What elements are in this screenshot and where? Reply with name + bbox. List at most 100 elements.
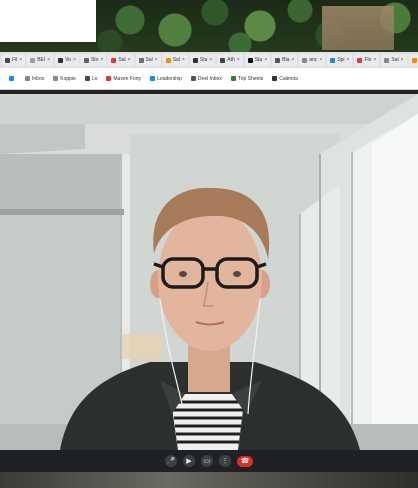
video-frame-illustration [0,94,418,450]
camera-button[interactable]: ▶ [183,455,195,467]
browser-tab[interactable]: Fil × [2,54,26,66]
tab-favicon-icon [357,57,363,63]
desktop-wood-panel [322,6,394,50]
end-call-button[interactable]: ☎ [237,455,253,467]
browser-tab[interactable]: Sal× [162,54,188,66]
tab-label: Flo [364,57,372,63]
camera-icon: ▶ [186,457,192,465]
tab-label: anc [309,57,318,63]
tab-label: Spi [337,57,345,63]
browser-tab[interactable]: Sal× [381,54,407,66]
tab-label: Sto [90,57,99,63]
tab-label: Sal [391,57,399,63]
close-tab-icon[interactable]: × [73,57,76,63]
bookmark-favicon-icon [53,76,59,81]
bookmark-label: Maven Forty [113,75,142,82]
bookmark-favicon-icon [25,76,30,81]
bookmark-item[interactable]: Koppie [53,76,76,82]
bookmark-favicon-icon [230,76,236,81]
browser-tab[interactable]: Flo × [354,54,380,66]
bookmark-item[interactable]: Trip Sheets [230,75,264,82]
tab-favicon-icon [138,57,144,63]
tab-favicon-icon [302,57,308,63]
browser-tab[interactable]: Sal× [135,54,161,66]
close-tab-icon[interactable]: × [182,57,185,63]
tab-favicon-icon [411,57,417,63]
background-strip [0,472,418,488]
bookmark-favicon-icon [106,76,112,81]
browser-tab[interactable]: Sta × [189,54,216,66]
close-tab-icon[interactable]: × [401,57,404,63]
tab-favicon-icon [384,57,390,63]
bookmark-item[interactable]: Deel Inbox [190,75,222,82]
close-tab-icon[interactable]: × [209,57,212,63]
tab-label: Sta [199,57,208,63]
tab-favicon-icon [330,57,336,63]
close-tab-icon[interactable]: × [291,57,294,63]
tab-favicon-icon [247,57,253,63]
tab-favicon-icon [5,57,10,63]
tab-favicon-icon [220,57,226,63]
close-tab-icon[interactable]: × [19,57,22,63]
video-feed [0,94,418,450]
close-tab-icon[interactable]: × [47,57,50,63]
more-vertical-icon: ⋮ [221,457,229,465]
bookmark-label: Deel Inbox [197,75,222,82]
tab-label: Fil [12,57,18,63]
bookmark-label: Lo [91,75,98,82]
bookmark-label: Inbox [32,75,45,82]
tab-favicon-icon [275,57,281,63]
tab-favicon-icon [111,57,117,63]
close-tab-icon[interactable]: × [264,57,267,63]
tab-label: Ath [227,57,235,63]
present-screen-icon: ▭ [203,457,211,465]
close-tab-icon[interactable]: × [319,57,322,63]
tab-favicon-icon [83,57,89,63]
present-button[interactable]: ▭ [201,455,213,467]
tab-favicon-icon [30,57,36,63]
bookmark-label: Calenda [279,75,298,82]
bookmark-item[interactable]: Leadership [150,76,182,82]
tab-label: Sal [172,57,180,63]
browser-tab[interactable]: Spi × [327,54,353,66]
bookmark-label: Leadership [157,75,182,82]
more-options-button[interactable]: ⋮ [219,455,231,467]
tab-label: BEI [37,57,46,63]
close-tab-icon[interactable]: × [100,57,103,63]
close-tab-icon[interactable]: × [155,57,158,63]
close-tab-icon[interactable]: × [237,57,240,63]
tab-label: Vo [65,57,72,63]
bookmarks-bar: Inbox Koppie Lo Maven Forty Leadership Deel I… [0,68,418,90]
bookmark-favicon-icon [272,76,278,81]
browser-tab[interactable]: BEI × [27,54,54,66]
browser-tab[interactable]: Sal× [408,54,418,66]
tab-favicon-icon [58,57,64,63]
bookmark-item[interactable]: Maven Forty [106,76,141,82]
bookmark-item[interactable] [9,76,16,81]
hang-up-icon: ☎ [240,457,250,465]
browser-tab[interactable]: Bla × [272,54,298,66]
close-tab-icon[interactable]: × [128,57,131,63]
browser-tab[interactable]: Vo × [55,54,79,66]
bookmark-item[interactable]: Inbox [25,76,44,82]
browser-tab[interactable]: Sal× [108,54,134,66]
close-tab-icon[interactable]: × [347,57,350,63]
close-tab-icon[interactable]: × [373,57,376,63]
browser-tab[interactable]: Sta × [244,54,271,66]
browser-tab[interactable]: Sto × [80,54,107,66]
tab-label: Sta [254,57,263,63]
bookmark-favicon-icon [150,76,156,81]
desktop-white-window [0,0,96,42]
mic-button[interactable]: 🎤 [165,455,177,467]
bookmark-label: Koppie [60,75,76,82]
tab-favicon-icon [165,57,171,63]
call-controls-bar: 🎤 ▶ ▭ ⋮ ☎ [0,450,418,472]
bookmark-label: Trip Sheets [237,75,264,82]
tab-label: Sal [118,57,126,63]
bookmark-item[interactable]: Lo [84,75,98,82]
bookmark-item[interactable]: Calenda [272,76,298,82]
browser-tab-bar: Fil × BEI × Vo × Sto × Sal × Sal × Sal × Sta × Ath × Sta × B… [0,52,418,68]
browser-tab[interactable]: Ath × [217,54,243,66]
browser-tab[interactable]: anc × [299,54,326,66]
tab-label: Bla [282,57,290,63]
